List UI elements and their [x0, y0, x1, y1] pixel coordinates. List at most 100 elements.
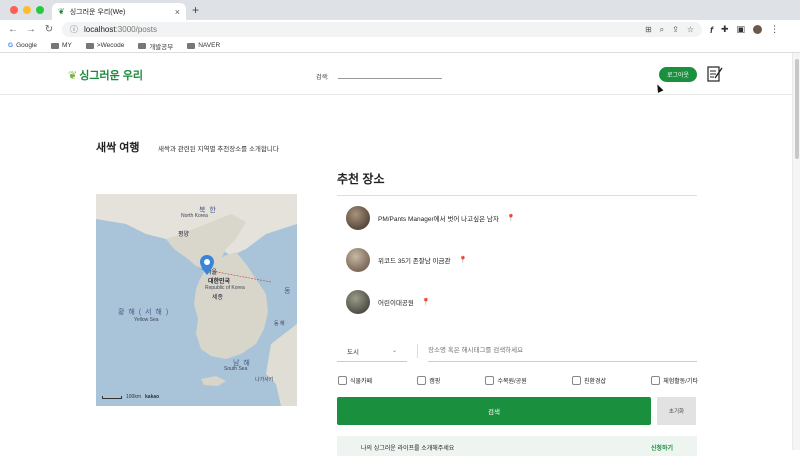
checkbox[interactable] [651, 376, 661, 385]
extensions-puzzle-icon[interactable]: ✚ [721, 24, 729, 35]
tab-close-icon[interactable]: × [175, 7, 180, 17]
bookmark-wecode[interactable]: >Wecode [85, 42, 124, 49]
category-camping[interactable]: 캠핑 [417, 376, 440, 385]
close-window-button[interactable] [10, 6, 18, 14]
forward-icon[interactable]: → [26, 24, 36, 35]
avatar [346, 248, 370, 272]
url-path: :3000/posts [115, 25, 157, 34]
bookmarks-bar: G Google MY >Wecode 개발공부 NAVER [0, 39, 800, 53]
zoom-icon[interactable]: ⌕ [660, 25, 664, 35]
map-scale: 100km kakao [102, 394, 159, 400]
menu-kebab-icon[interactable]: ⋮ [770, 24, 779, 35]
city-select[interactable]: 도시 ⌄ [337, 340, 407, 362]
section-subtitle: 새싹과 관련된 지역별 추천장소를 소개합니다 [158, 146, 279, 153]
checkbox[interactable] [571, 376, 581, 385]
checkbox[interactable] [417, 376, 427, 385]
avatar [346, 290, 370, 314]
location-pin-icon: 📍 [421, 299, 431, 306]
site-logo[interactable]: ❦ 싱그러운 우리 [68, 67, 143, 83]
url-host: localhost [84, 25, 116, 34]
share-icon[interactable]: ⇪ [672, 25, 679, 34]
map-marker-icon[interactable] [200, 255, 214, 275]
minimize-window-button[interactable] [23, 6, 31, 14]
logout-button[interactable]: 로그아웃 [659, 67, 697, 82]
header-search-input[interactable] [338, 78, 442, 79]
section-title: 새싹 여행 [96, 142, 140, 154]
page-scrollbar[interactable] [792, 53, 800, 450]
side-panel-icon[interactable]: ▣ [737, 24, 746, 35]
apply-link[interactable]: 신청하기 [651, 443, 673, 452]
bookmark-my[interactable]: MY [51, 42, 72, 49]
banner-text: 나의 싱그러운 라이프를 소개해주세요 [361, 446, 455, 452]
recommend-item[interactable]: 어린이대공원 📍 [346, 290, 706, 314]
new-tab-button[interactable]: + [192, 3, 199, 17]
avatar [346, 206, 370, 230]
recommend-item[interactable]: 위코드 35기 존잘남 이금관 📍 [346, 248, 706, 272]
apply-banner: 나의 싱그러운 라이프를 소개해주세요 신청하기 [337, 436, 697, 456]
reload-icon[interactable]: ↻ [44, 24, 54, 35]
map-label-north-en: North Korea [181, 213, 208, 219]
location-pin-icon: 📍 [458, 257, 468, 264]
extension-f-icon[interactable]: f [710, 25, 713, 35]
map-label-pyongyang: 평양 [178, 232, 190, 238]
map-label-south-sea-en: South Sea [224, 366, 248, 372]
recommend-item-name: PM/Pants Manager에서 벗어 나고싶은 남자 [378, 216, 499, 223]
category-checkboxes: 식물카페 캠핑 수목원/공원 친환경샵 체험활동/기타 [338, 376, 698, 385]
recommend-item[interactable]: PM/Pants Manager에서 벗어 나고싶은 남자 📍 [346, 206, 706, 230]
search-button[interactable]: 검색 [337, 397, 651, 425]
bookmark-dev-study[interactable]: 개발공부 [138, 41, 173, 51]
map-label-east-sea: 동 해 [274, 321, 285, 327]
folder-icon [187, 42, 196, 49]
recommend-title: 추천 장소 [337, 172, 385, 186]
category-arboretum-park[interactable]: 수목원/공원 [485, 376, 527, 385]
map-label-nagasaki: 나가사키 [255, 377, 274, 383]
scrollbar-thumb[interactable] [795, 59, 799, 159]
category-plant-cafe[interactable]: 식물카페 [338, 376, 372, 385]
folder-icon [85, 42, 94, 49]
zoom-window-button[interactable] [36, 6, 44, 14]
divider [417, 344, 418, 358]
scale-bar [102, 395, 122, 399]
map-land [96, 194, 297, 406]
bookmark-star-icon[interactable]: ☆ [687, 25, 694, 34]
map-label-yellow-sea-en: Yellow Sea [134, 317, 159, 323]
map-label-south-en: Republic of Korea [205, 285, 245, 291]
google-icon: G [8, 42, 14, 49]
bookmark-google[interactable]: G Google [8, 42, 37, 49]
map-label-east: 동 [284, 288, 292, 295]
korea-map[interactable]: 북 한 North Korea 평양 서울 대한민국 Republic of K… [96, 194, 297, 406]
site-header: ❦ 싱그러운 우리 검색: 로그아웃 [0, 53, 792, 95]
browser-tab-strip: ❦ 싱그러운 우리(We) × + [0, 0, 800, 20]
divider [337, 195, 697, 196]
map-label-sejong: 세종 [212, 295, 224, 301]
category-activity-etc[interactable]: 체험활동/기타 [651, 376, 698, 385]
logo-text: 싱그러운 우리 [79, 70, 143, 82]
profile-avatar-icon[interactable] [753, 25, 763, 34]
info-icon[interactable]: ⓘ [70, 24, 78, 35]
bookmark-naver[interactable]: NAVER [187, 42, 220, 49]
recommend-item-name: 어린이대공원 [378, 300, 414, 307]
favicon-sprout-icon: ❦ [58, 7, 65, 16]
browser-tab[interactable]: ❦ 싱그러운 우리(We) × [52, 3, 186, 20]
city-select-label: 도시 [347, 348, 359, 356]
search-label: 검색: [316, 75, 329, 81]
filter-row: 도시 ⌄ [337, 338, 697, 364]
back-icon[interactable]: ← [8, 24, 18, 35]
folder-icon [51, 42, 60, 49]
recommend-item-name: 위코드 35기 존잘남 이금관 [378, 258, 451, 265]
sprout-icon: ❦ [68, 69, 78, 82]
chevron-down-icon: ⌄ [391, 348, 397, 354]
kakao-logo: kakao [145, 394, 160, 400]
location-pin-icon: 📍 [506, 215, 516, 222]
map-label-yellow-sea: 황 해 ( 서 해 ) [118, 309, 170, 316]
translate-icon[interactable]: ⊞ [645, 25, 652, 34]
address-bar[interactable]: ⓘ localhost:3000/posts ⊞ ⌕ ⇪ ☆ [62, 22, 702, 37]
browser-toolbar: ← → ↻ ⓘ localhost:3000/posts ⊞ ⌕ ⇪ ☆ f ✚… [0, 20, 800, 39]
tab-title: 싱그러운 우리(We) [69, 8, 126, 16]
checkbox[interactable] [338, 376, 347, 385]
reset-button[interactable]: 초기화 [657, 397, 696, 425]
category-eco-shop[interactable]: 친환경샵 [571, 376, 606, 385]
write-post-icon[interactable] [706, 65, 724, 83]
checkbox[interactable] [485, 376, 495, 385]
place-search-input[interactable] [428, 340, 697, 362]
